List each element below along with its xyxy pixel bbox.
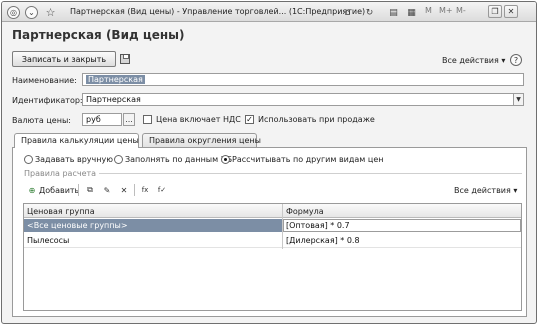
window-title: Партнерская (Вид цены) - Управление торг…	[70, 7, 366, 16]
refresh-icon[interactable]: ↻	[363, 6, 376, 19]
delete-icon[interactable]: ✕	[118, 184, 130, 196]
help-icon[interactable]: ?	[510, 54, 522, 66]
use-in-sales-label: Использовать при продаже	[258, 115, 375, 124]
toolbar-separator	[134, 184, 135, 196]
price-group-cell: Пылесосы	[27, 236, 70, 245]
add-icon[interactable]: ⊕	[26, 184, 38, 196]
print-icon[interactable]: ▤	[387, 6, 400, 19]
tab-rounding-rules[interactable]: Правила округления цены	[142, 133, 261, 147]
radio-from-db-label: Заполнять по данным ИБ	[125, 155, 233, 164]
currency-label: Валюта цены:	[12, 116, 71, 125]
column-header-price-group[interactable]: Ценовая группа	[27, 207, 95, 216]
formula-edit-icon[interactable]: fx	[139, 184, 151, 196]
add-button[interactable]: Добавить	[39, 186, 79, 195]
close-icon: ✕	[507, 7, 515, 16]
radio-manual-label: Задавать вручную	[35, 155, 113, 164]
identifier-field[interactable]: Партнерская	[82, 93, 514, 106]
radio-manual[interactable]	[24, 155, 33, 164]
table-all-actions-button[interactable]: Все действия ▾	[454, 186, 517, 195]
memory-plus-button[interactable]: M+	[439, 6, 453, 15]
identifier-label: Идентификатор:	[12, 96, 83, 105]
column-header-formula[interactable]: Формула	[286, 207, 324, 216]
title-bar: ◎ ⌄ ☆ Партнерская (Вид цены) - Управлени…	[2, 2, 536, 22]
star-icon[interactable]: ☆	[44, 6, 57, 19]
pencil-icon[interactable]: ✎	[101, 184, 113, 196]
tab-calculation-rules[interactable]: Правила калькуляции цены	[14, 133, 139, 148]
copy-icon[interactable]: ⧉	[84, 184, 96, 196]
form-window: ◎ ⌄ ☆ Партнерская (Вид цены) - Управлени…	[1, 1, 537, 324]
table-header: Ценовая группа Формула	[24, 204, 521, 218]
price-rules-table: Ценовая группа Формула <Все ценовые груп…	[23, 203, 522, 311]
restore-icon: ❐	[491, 7, 499, 16]
formula-cell: [Дилерская] * 0.8	[286, 236, 360, 245]
chevron-down-icon: ▼	[516, 96, 521, 103]
memory-minus-button[interactable]: M-	[456, 6, 466, 15]
save-icon[interactable]	[120, 54, 130, 64]
radio-from-db[interactable]	[114, 155, 123, 164]
price-group-cell: <Все ценовые группы>	[27, 221, 128, 230]
radio-by-other-prices[interactable]	[221, 155, 230, 164]
table-row[interactable]: <Все ценовые группы> [Оптовая] * 0.7	[24, 219, 521, 232]
formula-check-icon[interactable]: f✓	[156, 184, 168, 196]
name-field[interactable]: Партнерская	[82, 73, 524, 86]
identifier-dropdown-button[interactable]: ▼	[514, 93, 524, 106]
ellipsis-icon: ...	[125, 114, 133, 124]
toolbar-separator	[78, 184, 79, 196]
currency-select-button[interactable]: ...	[123, 113, 135, 126]
name-value: Партнерская	[86, 75, 145, 84]
vat-checkbox[interactable]	[143, 115, 152, 124]
column-divider	[282, 204, 283, 249]
restore-button[interactable]: ❐	[488, 5, 502, 18]
rules-group-title: Правила расчета	[24, 169, 100, 178]
row-divider	[24, 247, 521, 248]
vat-label: Цена включает НДС	[156, 115, 241, 124]
app-logo-icon[interactable]: ◎	[7, 6, 20, 19]
table-row[interactable]: Пылесосы [Дилерская] * 0.8	[24, 234, 521, 247]
calendar-icon[interactable]: ▦	[405, 6, 418, 19]
use-in-sales-checkbox[interactable]: ✓	[245, 115, 254, 124]
radio-by-other-prices-label: Рассчитывать по другим видам цен	[232, 155, 384, 164]
name-label: Наименование:	[12, 76, 77, 85]
formula-cell[interactable]: [Оптовая] * 0.7	[286, 221, 350, 230]
currency-field[interactable]: руб	[82, 113, 122, 126]
close-button[interactable]: ✕	[504, 5, 518, 18]
save-and-close-button[interactable]: Записать и закрыть	[12, 51, 116, 67]
memory-m-button[interactable]: M	[425, 6, 432, 15]
back-icon[interactable]: ⌄	[25, 6, 38, 19]
home-icon[interactable]: ⌂	[341, 6, 354, 19]
all-actions-button[interactable]: Все действия ▾	[442, 56, 505, 65]
form-title: Партнерская (Вид цены)	[12, 28, 185, 42]
